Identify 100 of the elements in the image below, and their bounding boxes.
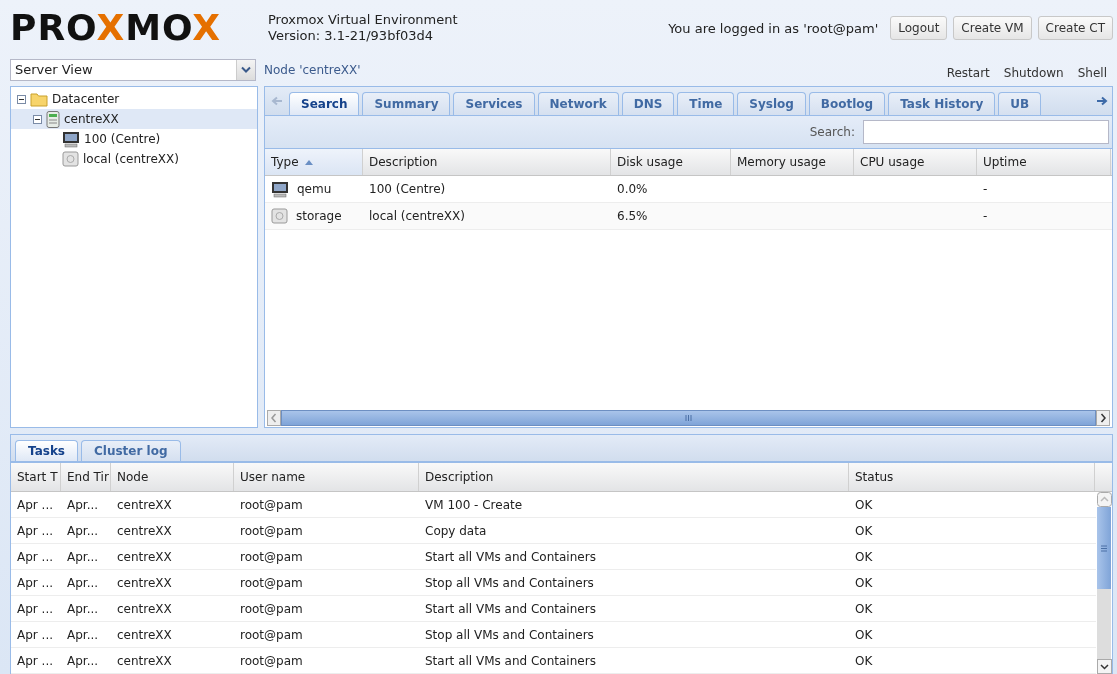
table-cell: centreXX: [117, 575, 172, 590]
tab[interactable]: Search: [289, 92, 360, 115]
table-cell: Apr ...: [17, 653, 54, 668]
table-cell: OK: [855, 497, 873, 512]
table-cell: -: [983, 182, 988, 196]
scroll-down-icon[interactable]: [1096, 659, 1112, 674]
table-cell: Start all VMs and Containers: [425, 601, 596, 616]
tab[interactable]: Task History: [888, 92, 996, 115]
grip-icon: [1101, 544, 1107, 552]
tab[interactable]: Summary: [362, 92, 451, 115]
scroll-right-icon[interactable]: [1096, 96, 1108, 106]
horizontal-scrollbar[interactable]: [265, 409, 1112, 427]
table-cell: storage: [296, 209, 342, 223]
table-cell: root@pam: [240, 497, 303, 512]
view-select[interactable]: Server View: [10, 59, 256, 81]
collapse-icon[interactable]: [17, 94, 26, 104]
table-cell: OK: [855, 575, 873, 590]
table-cell: Start all VMs and Containers: [425, 653, 596, 668]
table-cell: OK: [855, 549, 873, 564]
table-cell: qemu: [297, 182, 332, 196]
table-cell: -: [983, 209, 988, 223]
scroll-left-icon[interactable]: [267, 410, 281, 426]
node-action-button[interactable]: Shutdown: [997, 64, 1070, 82]
column-header[interactable]: Memory usage: [731, 149, 854, 175]
table-cell: Apr...: [67, 601, 99, 616]
table-cell: Apr...: [67, 575, 99, 590]
column-header[interactable]: User name: [234, 463, 419, 491]
column-header[interactable]: Disk usage: [611, 149, 731, 175]
vertical-scrollbar[interactable]: [1096, 492, 1112, 674]
table-cell: Apr...: [67, 627, 99, 642]
folder-icon: [30, 91, 48, 107]
table-cell: root@pam: [240, 575, 303, 590]
table-cell: Apr ...: [17, 549, 54, 564]
column-header[interactable]: End Tir: [61, 463, 111, 491]
column-header[interactable]: Type: [265, 149, 363, 175]
table-cell: OK: [855, 627, 873, 642]
tree-item[interactable]: centreXX: [11, 109, 257, 129]
column-header[interactable]: Status: [849, 463, 1095, 491]
table-cell: Apr ...: [17, 627, 54, 642]
node-title: Node 'centreXX': [264, 63, 361, 77]
version-text: Version: 3.1-21/93bf03d4: [268, 28, 435, 44]
tab[interactable]: UB: [998, 92, 1042, 115]
table-cell: Apr...: [67, 549, 99, 564]
table-cell: Copy data: [425, 523, 487, 538]
table-cell: centreXX: [117, 549, 172, 564]
search-field[interactable]: [863, 120, 1109, 144]
table-cell: Apr ...: [17, 523, 54, 538]
tab[interactable]: DNS: [621, 92, 675, 115]
table-cell: centreXX: [117, 601, 172, 616]
product-name: Proxmox Virtual Environment: [268, 12, 458, 28]
logo: PROXMOX: [10, 10, 223, 46]
column-header[interactable]: Start T: [11, 463, 61, 491]
column-header[interactable]: Uptime: [977, 149, 1111, 175]
column-header[interactable]: Description: [419, 463, 849, 491]
header-button[interactable]: Create VM: [953, 16, 1032, 40]
node-action-button[interactable]: Restart: [940, 64, 996, 82]
tab[interactable]: Cluster log: [81, 440, 181, 461]
table-cell: Apr...: [67, 523, 99, 538]
table-cell: centreXX: [117, 497, 172, 512]
monitor-icon: [271, 180, 289, 198]
grip-icon: [685, 415, 692, 421]
tab[interactable]: Services: [453, 92, 535, 115]
node-action-button[interactable]: Shell: [1071, 64, 1113, 82]
scroll-up-icon[interactable]: [1096, 492, 1112, 507]
tab[interactable]: Tasks: [15, 440, 78, 461]
tree-item[interactable]: local (centreXX): [11, 149, 257, 169]
monitor-icon: [62, 130, 80, 148]
table-cell: Apr...: [67, 497, 99, 512]
tree-item[interactable]: Datacenter: [11, 89, 257, 109]
tab[interactable]: Bootlog: [808, 92, 886, 115]
server-icon: [46, 110, 60, 128]
table-cell: Apr ...: [17, 575, 54, 590]
table-cell: centreXX: [117, 653, 172, 668]
table-cell: local (centreXX): [369, 209, 465, 223]
column-header[interactable]: CPU usage: [854, 149, 977, 175]
header-button[interactable]: Create CT: [1037, 16, 1113, 40]
table-cell: OK: [855, 653, 873, 668]
tab[interactable]: Time: [677, 92, 735, 115]
table-cell: root@pam: [240, 549, 303, 564]
table-cell: centreXX: [117, 627, 172, 642]
table-cell: Apr ...: [17, 601, 54, 616]
header-button[interactable]: Logout: [890, 16, 948, 40]
scroll-right-icon[interactable]: [1096, 410, 1110, 426]
table-cell: Start all VMs and Containers: [425, 549, 596, 564]
login-status: You are logged in as 'root@pam': [668, 20, 879, 36]
tree-item[interactable]: 100 (Centre): [11, 129, 257, 149]
tab[interactable]: Network: [537, 92, 619, 115]
column-header[interactable]: Description: [363, 149, 611, 175]
table-cell: centreXX: [117, 523, 172, 538]
table-cell: root@pam: [240, 627, 303, 642]
table-cell: 100 (Centre): [369, 182, 446, 196]
table-cell: Apr...: [67, 653, 99, 668]
tab[interactable]: Syslog: [737, 92, 806, 115]
collapse-icon[interactable]: [33, 114, 42, 124]
table-cell: 6.5%: [617, 209, 648, 223]
table-cell: OK: [855, 601, 873, 616]
table-cell: 0.0%: [617, 182, 648, 196]
column-header[interactable]: Node: [111, 463, 234, 491]
table-cell: Apr ...: [17, 497, 54, 512]
table-cell: root@pam: [240, 523, 303, 538]
